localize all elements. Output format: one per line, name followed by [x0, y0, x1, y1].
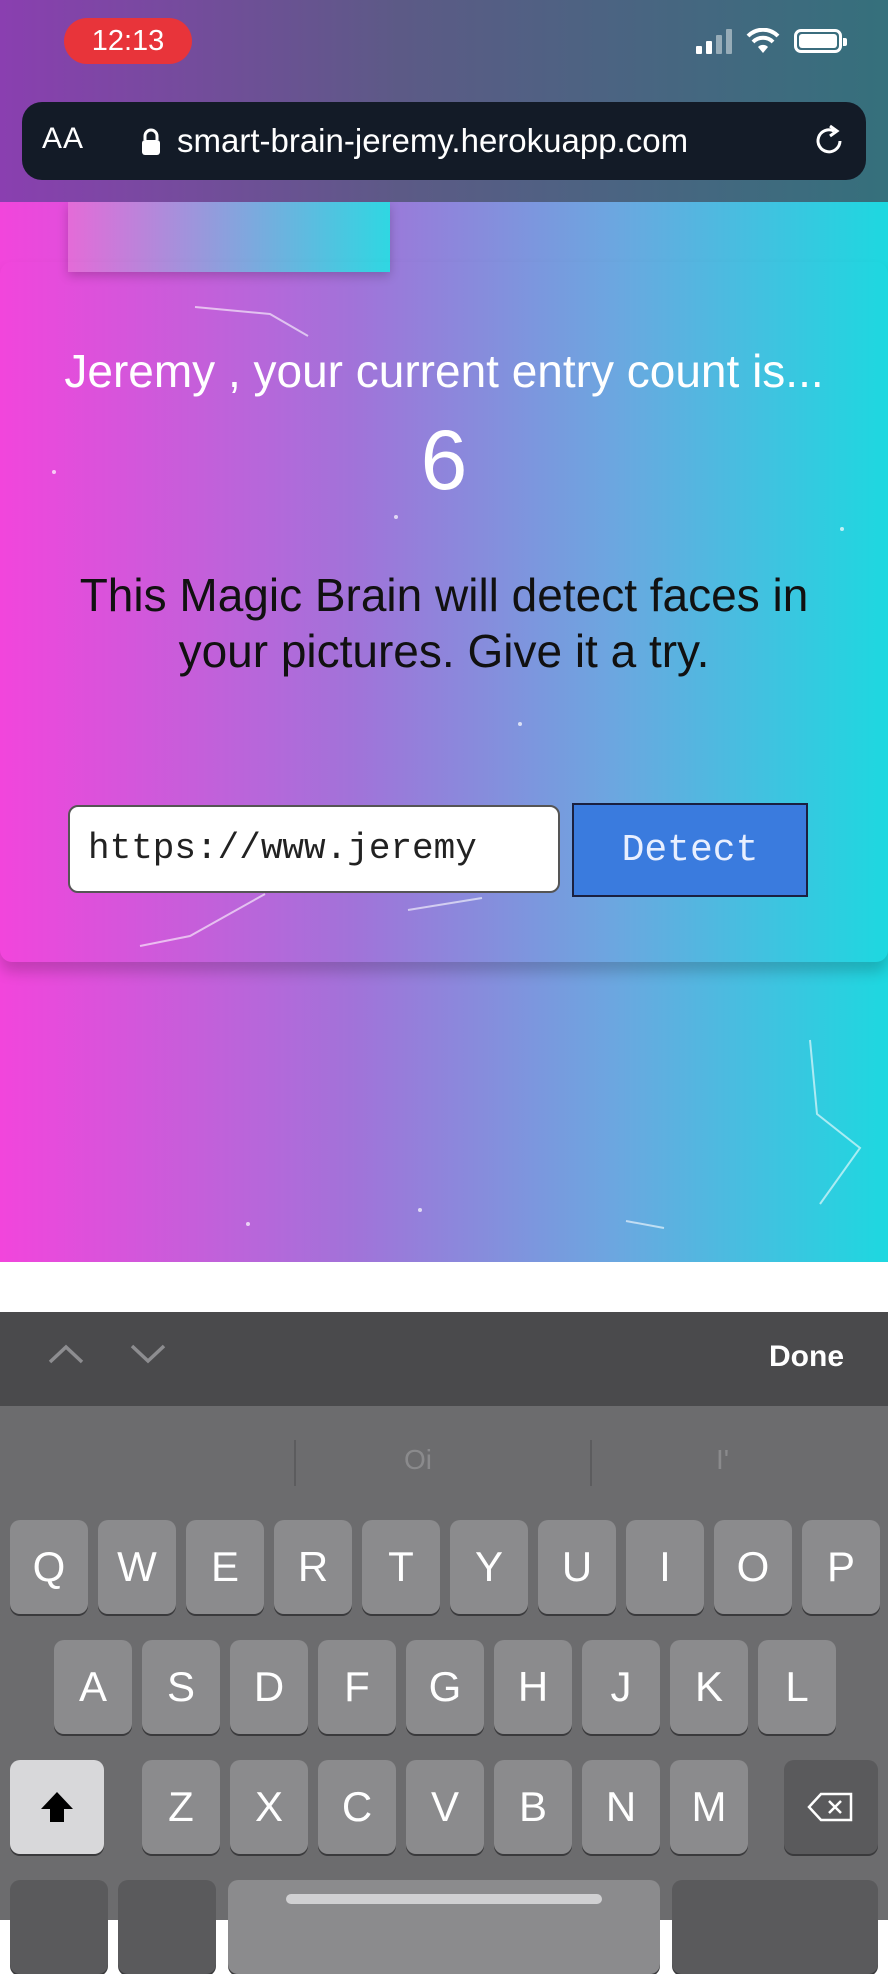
backspace-icon — [807, 1792, 853, 1822]
key-l[interactable]: L — [758, 1640, 836, 1734]
key-r[interactable]: R — [274, 1520, 352, 1614]
lock-icon — [142, 128, 160, 155]
key-d[interactable]: D — [230, 1640, 308, 1734]
entry-count-message: Jeremy , your current entry count is... — [64, 345, 824, 397]
key-a[interactable]: A — [54, 1640, 132, 1734]
key-m[interactable]: M — [670, 1760, 748, 1854]
key-u[interactable]: U — [538, 1520, 616, 1614]
keyboard-accessory-bar: Done — [0, 1312, 888, 1406]
key-t[interactable]: T — [362, 1520, 440, 1614]
key-n[interactable]: N — [582, 1760, 660, 1854]
key-i[interactable]: I — [626, 1520, 704, 1614]
suggestion-right[interactable]: I' — [716, 1444, 729, 1476]
return-key[interactable] — [672, 1880, 878, 1974]
previous-field-icon[interactable] — [46, 1342, 86, 1366]
web-content: Jeremy , your current entry count is... … — [0, 202, 888, 1262]
predictive-bar: Oi I' — [0, 1406, 888, 1516]
key-f[interactable]: F — [318, 1640, 396, 1734]
image-url-input[interactable]: https://www.jeremy — [68, 805, 560, 893]
key-c[interactable]: C — [318, 1760, 396, 1854]
delete-key[interactable] — [784, 1760, 878, 1854]
cellular-signal-icon — [696, 28, 732, 54]
detect-button[interactable]: Detect — [572, 803, 808, 897]
key-b[interactable]: B — [494, 1760, 572, 1854]
key-g[interactable]: G — [406, 1640, 484, 1734]
url-text[interactable]: smart-brain-jeremy.herokuapp.com — [177, 122, 688, 160]
key-w[interactable]: W — [98, 1520, 176, 1614]
app-description: This Magic Brain will detect faces in yo… — [79, 569, 809, 677]
suggestion-middle[interactable]: Oi — [404, 1444, 432, 1476]
predict-divider — [590, 1440, 592, 1486]
browser-chrome: 12:13 AA smart-brain-jeremy.herokuapp.co… — [0, 0, 888, 202]
key-o[interactable]: O — [714, 1520, 792, 1614]
numbers-key[interactable] — [10, 1880, 108, 1974]
done-button[interactable]: Done — [769, 1340, 844, 1374]
aa-label: AA — [42, 122, 85, 155]
emoji-key[interactable] — [118, 1880, 216, 1974]
key-y[interactable]: Y — [450, 1520, 528, 1614]
key-q[interactable]: Q — [10, 1520, 88, 1614]
shift-key[interactable] — [10, 1760, 104, 1854]
on-screen-keyboard: Oi I' Q W E R T Y U I O P A S D F G H J … — [0, 1406, 888, 1974]
key-e[interactable]: E — [186, 1520, 264, 1614]
key-x[interactable]: X — [230, 1760, 308, 1854]
wifi-icon — [746, 28, 780, 53]
reload-icon[interactable] — [810, 122, 848, 160]
predict-divider — [294, 1440, 296, 1486]
key-j[interactable]: J — [582, 1640, 660, 1734]
status-icons — [696, 28, 847, 54]
key-p[interactable]: P — [802, 1520, 880, 1614]
key-z[interactable]: Z — [142, 1760, 220, 1854]
battery-icon — [794, 29, 847, 53]
key-s[interactable]: S — [142, 1640, 220, 1734]
shift-icon — [41, 1792, 73, 1822]
entry-count-value: 6 — [420, 413, 468, 507]
key-h[interactable]: H — [494, 1640, 572, 1734]
key-k[interactable]: K — [670, 1640, 748, 1734]
page-bottom-area — [0, 1262, 888, 1312]
address-bar[interactable]: AA smart-brain-jeremy.herokuapp.com — [22, 102, 866, 180]
home-indicator[interactable] — [286, 1894, 602, 1904]
status-time: 12:13 — [64, 18, 192, 64]
key-v[interactable]: V — [406, 1760, 484, 1854]
next-field-icon[interactable] — [128, 1342, 168, 1366]
reader-settings-button[interactable]: AA — [42, 122, 84, 156]
